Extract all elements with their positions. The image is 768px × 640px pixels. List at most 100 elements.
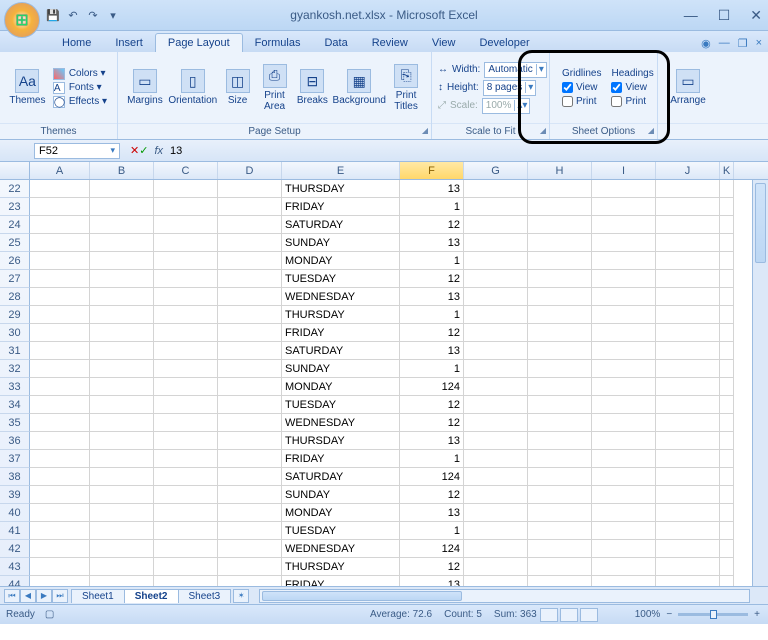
cell[interactable] bbox=[218, 414, 282, 432]
cell[interactable] bbox=[154, 504, 218, 522]
zoom-in-button[interactable]: + bbox=[754, 609, 760, 620]
cell[interactable] bbox=[592, 288, 656, 306]
next-sheet-button[interactable]: ▶ bbox=[36, 589, 52, 603]
zoom-level[interactable]: 100% bbox=[635, 609, 661, 620]
cell[interactable] bbox=[528, 252, 592, 270]
cell[interactable] bbox=[720, 270, 734, 288]
cell[interactable] bbox=[720, 576, 734, 586]
cell[interactable] bbox=[720, 414, 734, 432]
cell[interactable] bbox=[720, 234, 734, 252]
horizontal-scrollbar[interactable] bbox=[259, 589, 750, 603]
cell[interactable] bbox=[218, 468, 282, 486]
zoom-slider[interactable] bbox=[678, 613, 748, 616]
gridlines-print-checkbox[interactable]: Print bbox=[562, 96, 601, 107]
cell[interactable]: 124 bbox=[400, 468, 464, 486]
cell[interactable] bbox=[464, 486, 528, 504]
cell[interactable] bbox=[528, 540, 592, 558]
close-button[interactable]: ✕ bbox=[750, 7, 762, 24]
cell[interactable] bbox=[30, 378, 90, 396]
formula-input[interactable] bbox=[169, 144, 756, 158]
cell[interactable] bbox=[218, 432, 282, 450]
cell[interactable]: 1 bbox=[400, 252, 464, 270]
scroll-thumb[interactable] bbox=[262, 591, 462, 601]
cell[interactable] bbox=[528, 180, 592, 198]
page-break-view-button[interactable] bbox=[580, 608, 598, 622]
cell[interactable] bbox=[154, 450, 218, 468]
cell[interactable]: MONDAY bbox=[282, 252, 400, 270]
cell[interactable] bbox=[464, 324, 528, 342]
row-header[interactable]: 40 bbox=[0, 504, 30, 522]
cell[interactable] bbox=[30, 252, 90, 270]
cell[interactable]: 1 bbox=[400, 306, 464, 324]
cell[interactable] bbox=[656, 234, 720, 252]
cell[interactable] bbox=[592, 360, 656, 378]
cell[interactable] bbox=[592, 504, 656, 522]
prev-sheet-button[interactable]: ◀ bbox=[20, 589, 36, 603]
cell[interactable] bbox=[528, 270, 592, 288]
cell[interactable] bbox=[720, 360, 734, 378]
new-sheet-button[interactable]: ✶ bbox=[233, 589, 249, 603]
cell[interactable] bbox=[90, 432, 154, 450]
cell[interactable] bbox=[720, 522, 734, 540]
cell[interactable] bbox=[464, 414, 528, 432]
dialog-launcher-icon[interactable]: ◢ bbox=[648, 126, 654, 135]
cell[interactable] bbox=[656, 540, 720, 558]
cell[interactable] bbox=[464, 234, 528, 252]
cell[interactable] bbox=[464, 558, 528, 576]
cell[interactable] bbox=[90, 234, 154, 252]
cell[interactable] bbox=[528, 378, 592, 396]
name-box[interactable]: F52▾ bbox=[34, 143, 120, 159]
cell[interactable] bbox=[90, 342, 154, 360]
cell[interactable] bbox=[464, 522, 528, 540]
cell[interactable] bbox=[218, 576, 282, 586]
cell-grid[interactable]: THURSDAY13FRIDAY1SATURDAY12SUNDAY13MONDA… bbox=[30, 180, 768, 586]
cell[interactable] bbox=[592, 396, 656, 414]
cell[interactable]: THURSDAY bbox=[282, 180, 400, 198]
cell[interactable]: WEDNESDAY bbox=[282, 288, 400, 306]
maximize-button[interactable]: ☐ bbox=[718, 7, 731, 24]
cell[interactable] bbox=[30, 414, 90, 432]
restore-window-icon[interactable]: ❐ bbox=[738, 37, 748, 50]
cell[interactable] bbox=[30, 180, 90, 198]
margins-button[interactable]: ▭Margins bbox=[124, 69, 166, 106]
cell[interactable] bbox=[656, 288, 720, 306]
cell[interactable] bbox=[154, 522, 218, 540]
cell[interactable] bbox=[464, 288, 528, 306]
cell[interactable] bbox=[656, 306, 720, 324]
cell[interactable] bbox=[154, 180, 218, 198]
qat-dropdown-icon[interactable]: ▾ bbox=[106, 8, 120, 22]
cell[interactable] bbox=[720, 432, 734, 450]
cell[interactable] bbox=[218, 252, 282, 270]
cell[interactable] bbox=[592, 270, 656, 288]
cell[interactable] bbox=[30, 360, 90, 378]
scale-spinner[interactable]: 100%▴▾ bbox=[482, 98, 531, 114]
cell[interactable] bbox=[154, 432, 218, 450]
cell[interactable] bbox=[154, 324, 218, 342]
cell[interactable] bbox=[720, 252, 734, 270]
cell[interactable] bbox=[30, 504, 90, 522]
cell[interactable]: MONDAY bbox=[282, 378, 400, 396]
cell[interactable] bbox=[154, 252, 218, 270]
cell[interactable] bbox=[528, 288, 592, 306]
cell[interactable] bbox=[30, 522, 90, 540]
cell[interactable] bbox=[464, 198, 528, 216]
cell[interactable]: 13 bbox=[400, 234, 464, 252]
cell[interactable] bbox=[154, 216, 218, 234]
cell[interactable] bbox=[218, 396, 282, 414]
cell[interactable]: 12 bbox=[400, 270, 464, 288]
cell[interactable] bbox=[90, 306, 154, 324]
cell[interactable] bbox=[154, 288, 218, 306]
cell[interactable] bbox=[656, 414, 720, 432]
cell[interactable] bbox=[30, 216, 90, 234]
tab-review[interactable]: Review bbox=[360, 34, 420, 52]
cell[interactable] bbox=[90, 360, 154, 378]
cell[interactable] bbox=[30, 396, 90, 414]
cell[interactable]: 12 bbox=[400, 396, 464, 414]
tab-insert[interactable]: Insert bbox=[103, 34, 155, 52]
cell[interactable] bbox=[592, 450, 656, 468]
height-combo[interactable]: 8 pages▾ bbox=[483, 80, 537, 96]
fonts-button[interactable]: AFonts ▾ bbox=[53, 82, 107, 94]
row-header[interactable]: 26 bbox=[0, 252, 30, 270]
cell[interactable] bbox=[90, 288, 154, 306]
cell[interactable]: 124 bbox=[400, 378, 464, 396]
